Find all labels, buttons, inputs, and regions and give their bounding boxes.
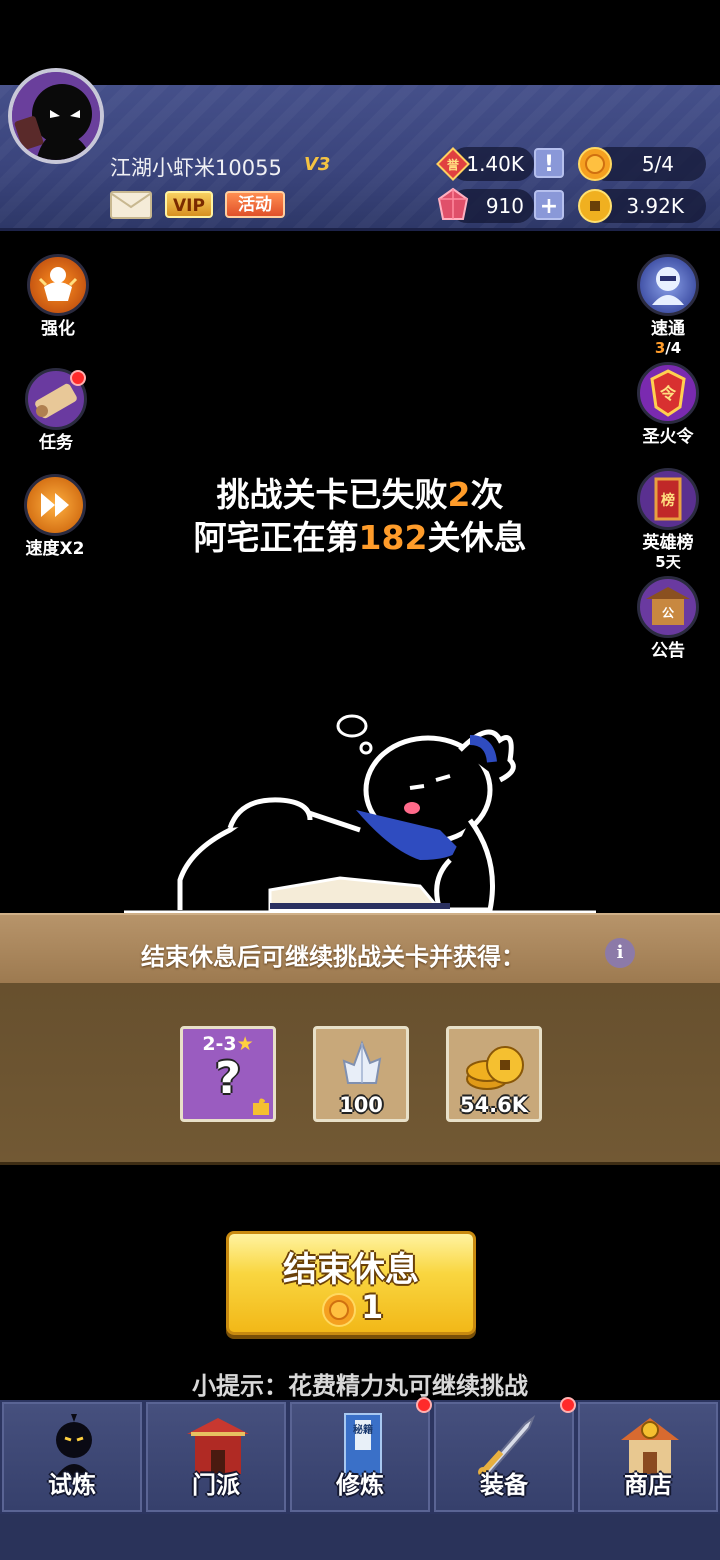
holy-fire-token-button[interactable]: 令 圣火令 [628,362,708,447]
nav-shop[interactable]: 商店 [578,1402,718,1512]
holy-fire-token-label: 圣火令 [642,427,694,447]
puzzle-piece-icon [253,1098,269,1115]
nav-sect-label: 门派 [192,1471,240,1499]
ghost-ninja-icon [637,254,699,316]
end-rest-cost: 1 [361,1288,384,1326]
vip-level: V3 [304,154,331,175]
rest-stage-message: 阿宅正在第182关休息 [193,518,527,557]
nav-sect[interactable]: 门派 [146,1402,286,1512]
nav-cultivation[interactable]: 秘籍 修炼 [290,1402,430,1512]
vip-button[interactable]: VIP [165,191,213,218]
player-name: 江湖小虾米10055 [110,156,282,180]
event-button[interactable]: 活动 [225,191,285,218]
copper-coin-icon [578,189,612,223]
quest-button[interactable]: 任务 [16,368,96,453]
sweep-label: 速通 [651,319,685,339]
nav-trial-label: 试炼 [48,1471,96,1499]
nav-equipment-label: 装备 [480,1471,528,1499]
crystal-quantity: 100 [339,1093,383,1117]
end-rest-button[interactable]: 结束休息 1 [226,1231,476,1335]
notice-board-icon: 公 [637,576,699,638]
announcement-label: 公告 [651,641,685,661]
reward-card-mystery-fragment[interactable]: 2-3★ ? [180,1026,276,1122]
equipment-notification-dot [560,1397,576,1413]
nav-shop-label: 商店 [624,1471,672,1499]
reward-card-coins[interactable]: 54.6K [446,1026,542,1122]
token-emblem-icon: 令 [637,362,699,424]
sweep-button[interactable]: 速通 3/4 [628,254,708,357]
nav-trial[interactable]: 试炼 [2,1402,142,1512]
energy-pill-icon [322,1293,356,1327]
enhance-icon [27,254,89,316]
reward-title: 结束休息后可继续挑战关卡并获得： [141,943,525,971]
avatar-portrait-icon [12,72,100,160]
cultivation-notification-dot [416,1397,432,1413]
info-icon[interactable]: i [605,938,635,968]
enhance-button[interactable]: 强化 [18,254,98,339]
mail-icon[interactable] [110,191,152,219]
sweep-count: 3/4 [654,339,682,357]
quest-notification-dot [70,370,86,386]
star-icon: ★ [236,1033,254,1055]
add-gems-button[interactable]: + [534,190,564,220]
svg-text:秘籍: 秘籍 [353,1423,373,1436]
player-avatar[interactable] [8,68,104,164]
honor-token-icon: 誉 [436,147,470,181]
sleeping-character-illustration [124,714,596,914]
nav-equipment[interactable]: 装备 [434,1402,574,1512]
announcement-button[interactable]: 公 公告 [628,576,708,661]
svg-text:令: 令 [659,384,677,403]
enhance-label: 强化 [41,319,75,339]
quest-label: 任务 [39,433,73,453]
reward-card-crystal[interactable]: 100 [313,1026,409,1122]
end-rest-label: 结束休息 [283,1250,419,1290]
gem-icon [437,187,469,220]
coin-quantity: 54.6K [459,1093,529,1117]
bottom-strip [0,1514,720,1560]
energy-pill-icon [578,147,612,181]
honor-info-button[interactable]: ! [534,148,564,178]
crystal-icon [342,1040,382,1084]
coin-stack-icon [466,1046,524,1090]
tip-text: 小提示：花费精力丸可继续挑战 [192,1372,528,1400]
fragment-rarity: 2-3★ [202,1033,254,1055]
nav-cultivation-label: 修炼 [336,1471,384,1499]
svg-text:誉: 誉 [446,157,460,172]
svg-text:公: 公 [662,606,674,620]
failure-message: 挑战关卡已失败2次 [216,475,504,514]
